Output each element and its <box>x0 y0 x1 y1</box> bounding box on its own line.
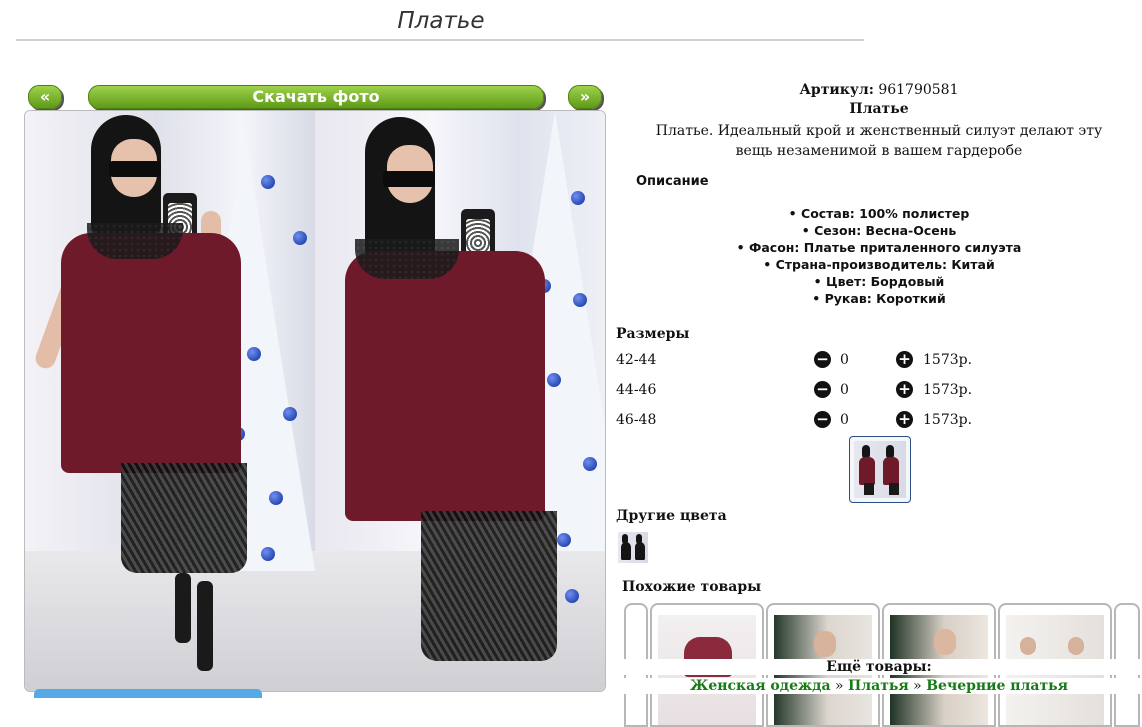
ornament <box>547 373 561 387</box>
lace-collar <box>87 223 183 259</box>
download-photo-button[interactable]: Скачать фото <box>88 85 544 109</box>
burgundy-dress <box>61 233 241 473</box>
sunglasses <box>109 161 161 177</box>
breadcrumb-link-evening-dresses[interactable]: Вечерние платья <box>926 678 1068 694</box>
property-item: Цвет: Бордовый <box>616 273 1082 290</box>
ornament <box>571 191 585 205</box>
thumbnail-image <box>854 441 906 498</box>
breadcrumb-link-womens-clothing[interactable]: Женская одежда <box>690 678 831 694</box>
product-short-description: Платье. Идеальный крой и женственный сил… <box>655 123 1103 159</box>
size-quantity: 0 <box>840 382 849 398</box>
property-item: Рукав: Короткий <box>616 290 1082 307</box>
breadcrumb-link-dresses[interactable]: Платья <box>848 678 909 694</box>
thumb-lace <box>864 483 874 495</box>
thumb-dress <box>621 542 631 560</box>
property-item: Страна-производитель: Китай <box>616 256 1082 273</box>
ornament <box>269 491 283 505</box>
property-item: Состав: 100% полистер <box>616 205 1082 222</box>
photo-left-half <box>25 111 315 691</box>
ornament <box>261 175 275 189</box>
minus-circle-icon[interactable]: − <box>814 351 831 368</box>
category-breadcrumb: Женская одежда » Платья » Вечерние плать… <box>616 678 1142 694</box>
breadcrumb-separator: » <box>835 678 844 694</box>
ornament <box>247 347 261 361</box>
similar-model-face <box>1068 637 1084 655</box>
lace-collar <box>355 239 459 279</box>
thumb-dress <box>635 542 645 560</box>
size-row: 46-48 − 0 + 1573р. <box>616 410 1142 432</box>
similar-model-face <box>934 629 956 655</box>
minus-circle-icon[interactable]: − <box>814 411 831 428</box>
next-photo-button[interactable]: » <box>568 85 602 109</box>
property-item: Фасон: Платье приталенного силуэта <box>616 239 1082 256</box>
minus-circle-icon[interactable]: − <box>814 381 831 398</box>
plus-circle-icon[interactable]: + <box>896 411 913 428</box>
breadcrumb-separator: » <box>913 678 922 694</box>
size-price: 1573р. <box>923 352 973 368</box>
size-label: 46-48 <box>616 412 657 428</box>
similar-model-face <box>1020 637 1036 655</box>
article-label: Артикул: <box>799 82 874 98</box>
similar-products-heading: Похожие товары <box>622 579 762 595</box>
thumb-lace <box>889 483 899 495</box>
photo-right-half <box>315 111 605 691</box>
lace-hem <box>421 511 557 661</box>
other-colors-heading: Другие цвета <box>616 508 727 524</box>
size-label: 44-46 <box>616 382 657 398</box>
title-divider <box>16 39 864 41</box>
size-row: 44-46 − 0 + 1573р. <box>616 380 1142 402</box>
ornament <box>583 457 597 471</box>
ornament <box>261 547 275 561</box>
article-value: 961790581 <box>878 82 959 98</box>
thumb-dress <box>883 457 899 485</box>
ornament <box>573 293 587 307</box>
size-price: 1573р. <box>923 412 973 428</box>
plus-circle-icon[interactable]: + <box>896 381 913 398</box>
sunglasses <box>383 171 435 187</box>
article-line: Артикул: 961790581 <box>616 82 1142 98</box>
burgundy-dress <box>345 251 545 521</box>
description-heading: Описание <box>636 174 709 189</box>
size-label: 42-44 <box>616 352 657 368</box>
other-color-thumbnail[interactable] <box>618 532 648 563</box>
similar-model-face <box>814 631 836 657</box>
ornament <box>565 589 579 603</box>
size-row: 42-44 − 0 + 1573р. <box>616 350 1142 372</box>
lace-hem <box>121 463 247 573</box>
property-item: Сезон: Весна-Осень <box>616 222 1082 239</box>
ornament <box>283 407 297 421</box>
size-quantity: 0 <box>840 412 849 428</box>
plus-circle-icon[interactable]: + <box>896 351 913 368</box>
size-quantity: 0 <box>840 352 849 368</box>
product-properties: Состав: 100% полистер Сезон: Весна-Осень… <box>616 205 1142 307</box>
ornament <box>293 231 307 245</box>
thumb-dress <box>859 457 875 485</box>
model-leg <box>175 573 191 643</box>
photo-scrollbar[interactable] <box>34 689 262 698</box>
model-leg <box>197 581 213 671</box>
product-photo[interactable] <box>24 110 606 692</box>
ornament <box>557 533 571 547</box>
selected-photo-thumbnail[interactable] <box>849 436 911 503</box>
size-price: 1573р. <box>923 382 973 398</box>
prev-photo-button[interactable]: « <box>28 85 62 109</box>
product-name: Платье <box>849 101 909 117</box>
more-products-heading: Ещё товары: <box>616 659 1142 675</box>
page-title: Платье <box>397 8 485 34</box>
sizes-heading: Размеры <box>616 326 690 342</box>
